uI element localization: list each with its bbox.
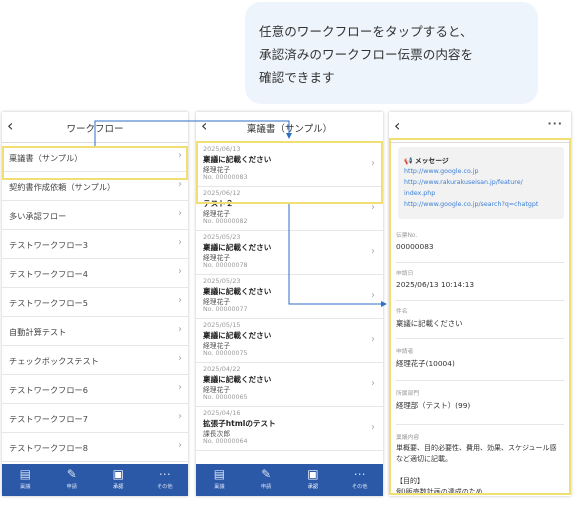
connector-arrow [94, 120, 292, 146]
connector-arrow [288, 204, 387, 307]
connector-arrows [94, 120, 387, 307]
